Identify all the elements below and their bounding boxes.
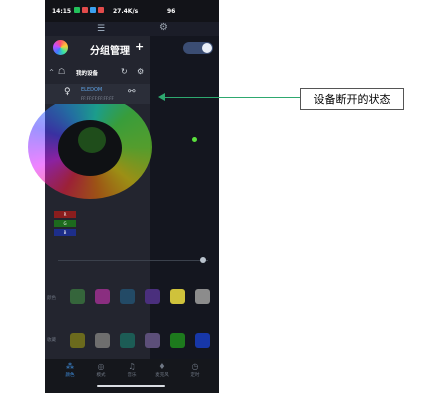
- device-mac: FF:FF:FF:FF:FF:FF: [81, 96, 114, 101]
- brightness-slider-handle[interactable]: [200, 257, 206, 263]
- refresh-icon[interactable]: ↻: [121, 67, 128, 76]
- callout-line: [164, 97, 300, 98]
- rgb-chips: R G B: [54, 211, 76, 238]
- status-time: 14:15: [52, 8, 72, 15]
- favorite-swatch[interactable]: [70, 333, 85, 348]
- status-bar: 14:15 27.4K/s 96: [45, 0, 219, 22]
- pattern-label: 颜色: [47, 296, 56, 301]
- brightness-slider[interactable]: [58, 260, 208, 261]
- pattern-swatch[interactable]: [195, 289, 210, 304]
- mic-icon: ♦: [158, 362, 166, 371]
- chip-b: B: [54, 229, 76, 236]
- add-group-button[interactable]: +: [135, 40, 144, 53]
- battery-level: 96: [167, 8, 176, 15]
- palette-icon: ⁂: [66, 362, 74, 371]
- gear-icon[interactable]: ⚙: [159, 22, 168, 33]
- tab-timer[interactable]: ◷ 定时: [183, 362, 207, 378]
- network-speed: 27.4K/s: [113, 8, 139, 15]
- favorite-label: 收藏: [47, 338, 56, 343]
- music-icon: ♫: [128, 362, 136, 371]
- disconnected-icon[interactable]: ⚯: [128, 87, 136, 97]
- pattern-swatch[interactable]: [120, 289, 135, 304]
- group-name: 我的设备: [76, 71, 99, 77]
- chip-r: R: [54, 211, 76, 218]
- chip-g: G: [54, 220, 76, 227]
- avatar[interactable]: [53, 40, 68, 55]
- page-title: 分组管理: [90, 46, 130, 57]
- favorite-swatch[interactable]: [145, 333, 160, 348]
- favorite-swatch[interactable]: [195, 333, 210, 348]
- status-app-icons: [74, 7, 104, 13]
- group-settings-icon[interactable]: ⚙: [137, 67, 144, 76]
- tab-music[interactable]: ♫ 音乐: [120, 362, 144, 378]
- callout-label: 设备断开的状态: [300, 88, 404, 110]
- tab-mode[interactable]: ◎ 模式: [89, 362, 113, 378]
- pattern-swatch[interactable]: [145, 289, 160, 304]
- bulb-icon: ♀: [64, 87, 71, 97]
- color-wheel-handle[interactable]: [192, 137, 197, 142]
- group-icon: ☖: [58, 67, 66, 76]
- pattern-swatch[interactable]: [70, 289, 85, 304]
- pattern-swatch[interactable]: [170, 289, 185, 304]
- device-name: ELEDOM: [81, 87, 103, 93]
- timer-icon: ◷: [191, 362, 199, 371]
- power-toggle[interactable]: [183, 42, 213, 54]
- chevron-up-icon[interactable]: ^: [49, 69, 54, 76]
- color-preview: [78, 127, 106, 153]
- tab-color[interactable]: ⁂ 颜色: [58, 362, 82, 378]
- mode-icon: ◎: [97, 362, 105, 371]
- favorite-swatch[interactable]: [120, 333, 135, 348]
- favorite-swatch[interactable]: [170, 333, 185, 348]
- favorite-swatch[interactable]: [95, 333, 110, 348]
- home-indicator: [97, 385, 165, 387]
- tab-mic[interactable]: ♦ 麦克风: [150, 362, 174, 378]
- list-icon[interactable]: ☰: [97, 24, 105, 34]
- toggle-knob: [202, 43, 212, 53]
- pattern-swatch[interactable]: [95, 289, 110, 304]
